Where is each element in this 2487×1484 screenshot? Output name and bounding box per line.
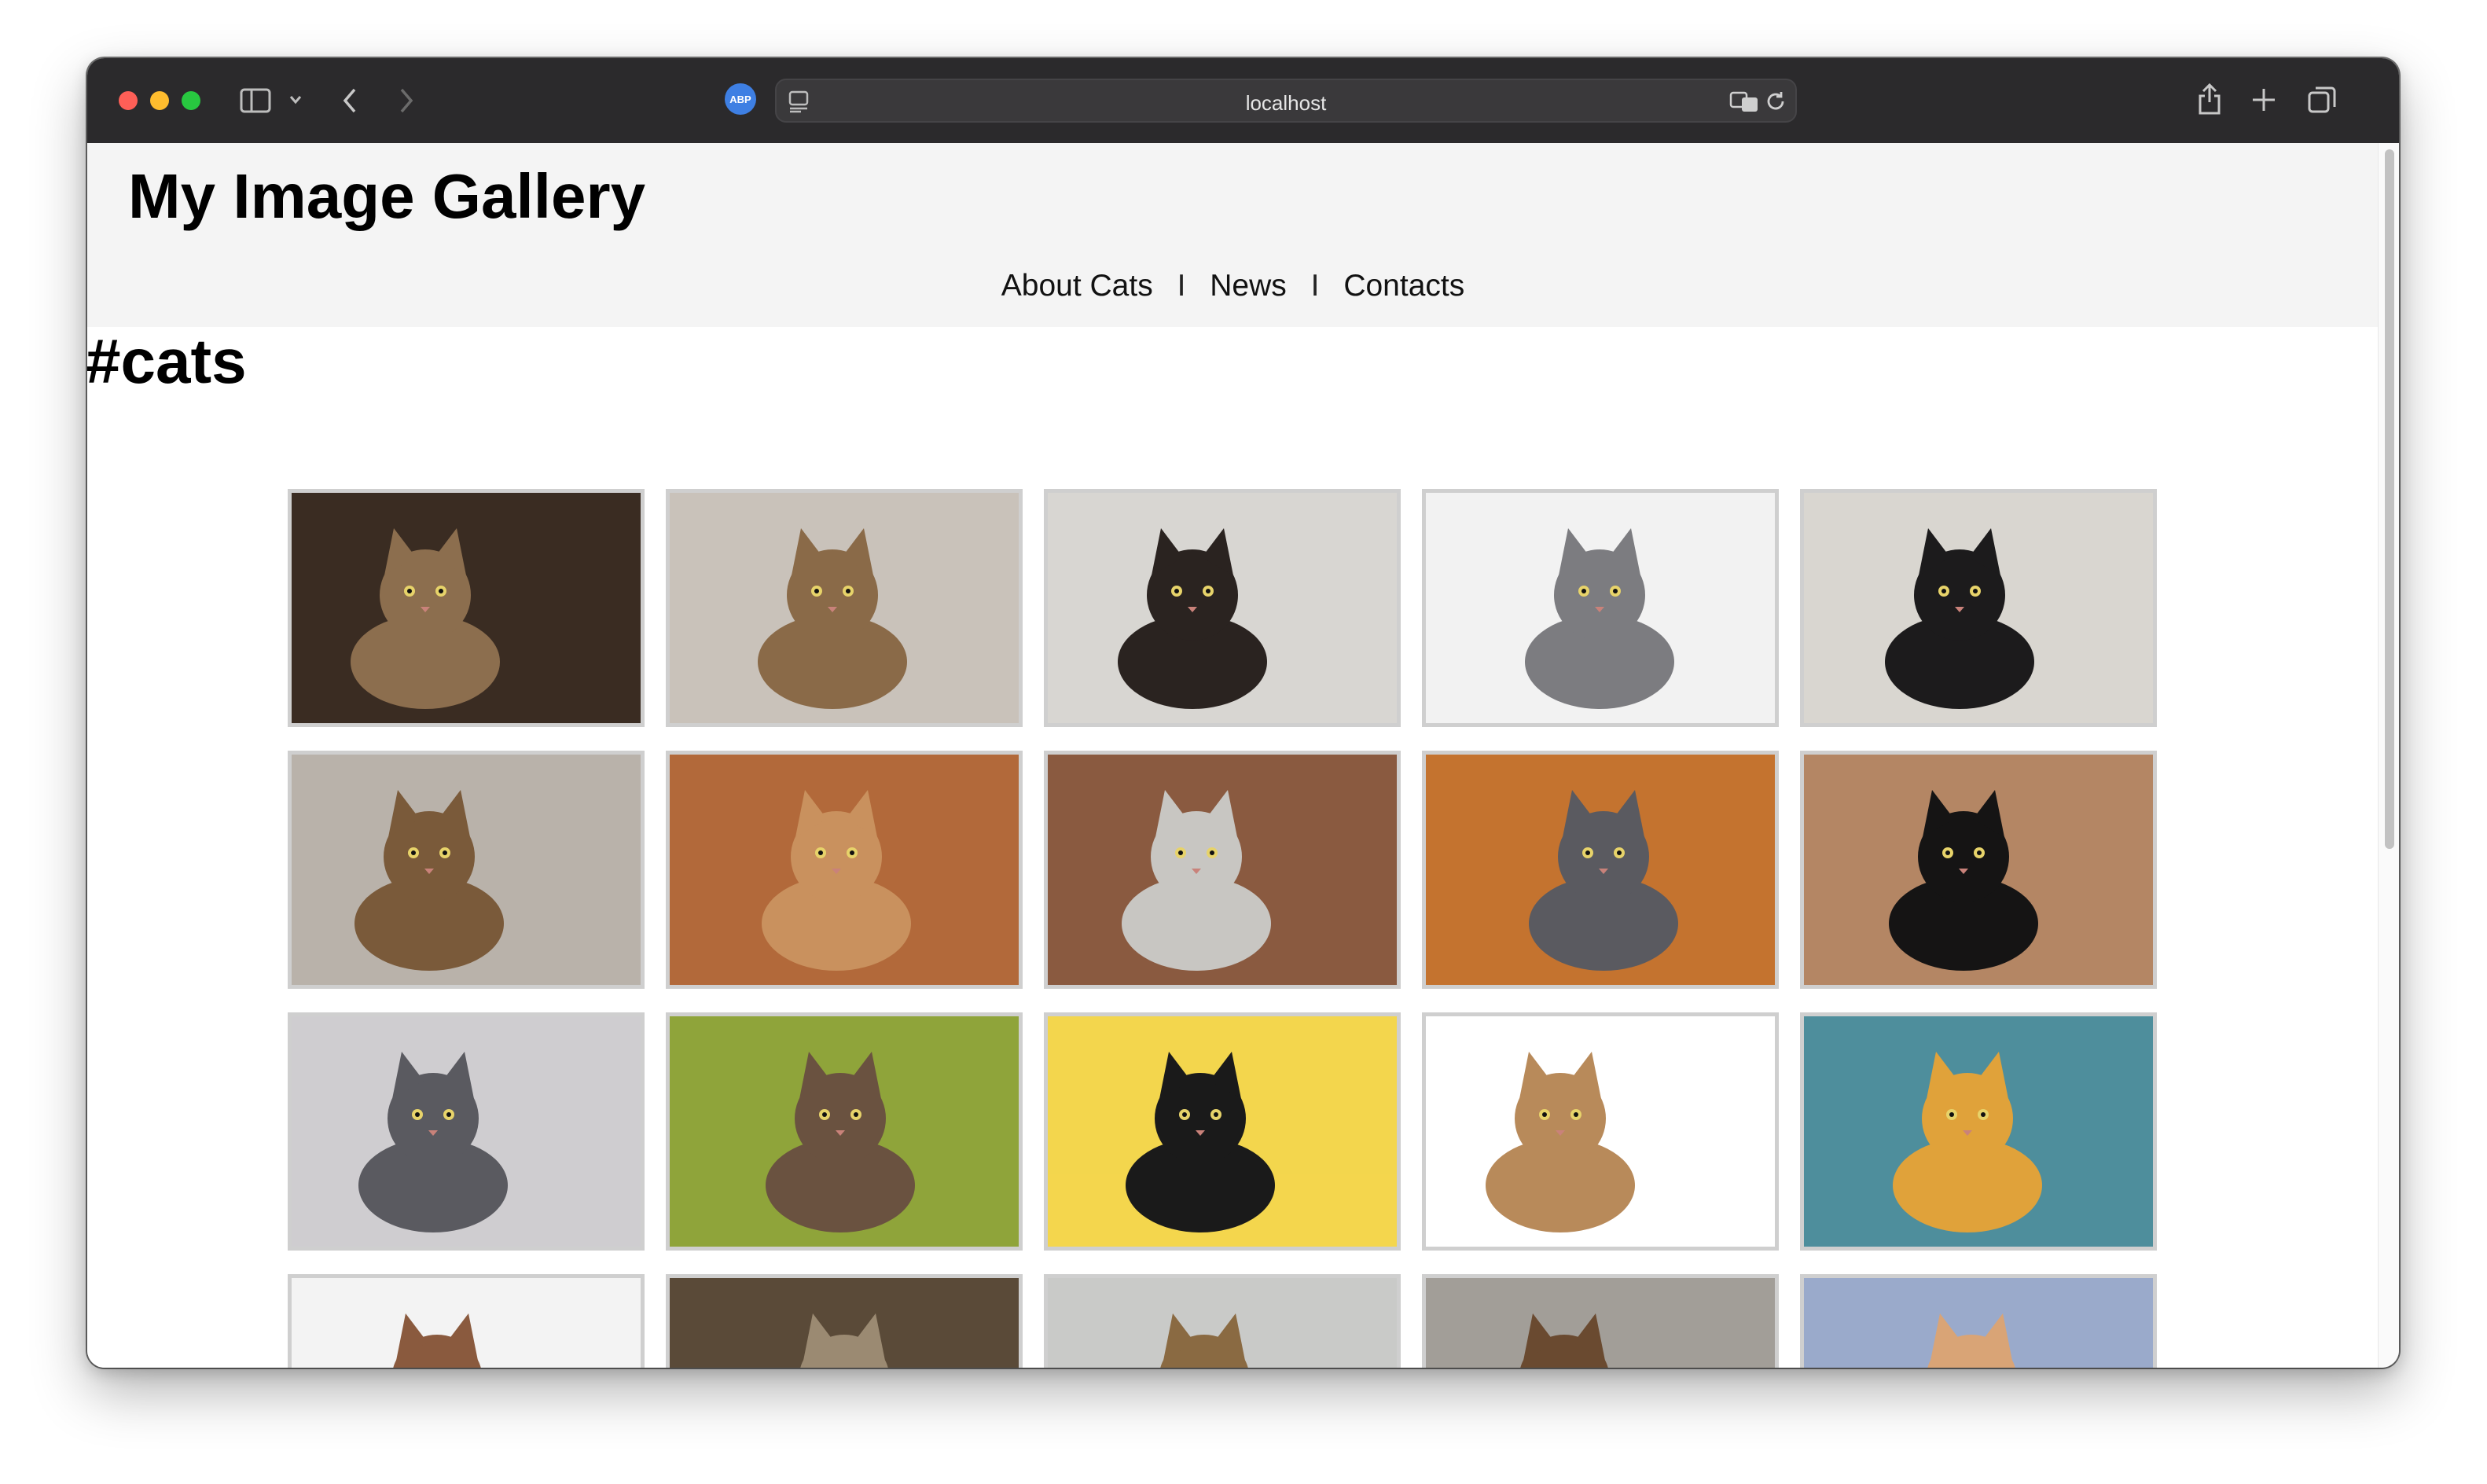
reload-icon[interactable]	[1764, 90, 1787, 113]
browser-toolbar: ABP localhost	[87, 58, 2399, 145]
gallery-image[interactable]	[666, 1274, 1023, 1368]
tab-overview-icon[interactable]	[2307, 85, 2337, 115]
cat-photo-placeholder	[1804, 1016, 2153, 1247]
gallery-image[interactable]	[1800, 751, 2157, 989]
cat-photo-placeholder	[670, 1278, 1019, 1368]
cat-photo-placeholder	[1426, 1016, 1775, 1247]
vertical-scrollbar[interactable]	[2378, 143, 2399, 1368]
gallery-image[interactable]	[1800, 1274, 2157, 1368]
cat-photo-placeholder	[1426, 755, 1775, 985]
back-arrow-icon[interactable]	[340, 86, 359, 115]
cat-photo-placeholder	[292, 755, 641, 985]
gallery-image[interactable]	[1044, 1012, 1401, 1251]
gallery-image[interactable]	[288, 1012, 645, 1251]
gallery-image[interactable]	[666, 751, 1023, 989]
cat-photo-placeholder	[292, 1278, 641, 1368]
gallery-image[interactable]	[666, 1012, 1023, 1251]
gallery-image[interactable]	[1422, 489, 1779, 727]
cat-photo-placeholder	[1804, 493, 2153, 723]
cat-photo-placeholder	[292, 493, 641, 723]
share-icon[interactable]	[2195, 82, 2224, 116]
new-tab-plus-icon[interactable]	[2250, 86, 2277, 113]
cat-photo-placeholder	[1048, 493, 1397, 723]
nav-link-about-cats[interactable]: About Cats	[1001, 269, 1153, 303]
gallery-image[interactable]	[1422, 1012, 1779, 1251]
cat-photo-placeholder	[670, 493, 1019, 723]
scrollbar-thumb[interactable]	[2385, 149, 2394, 849]
gallery-image[interactable]	[1044, 1274, 1401, 1368]
site-header: My Image Gallery About Cats I News I Con…	[87, 143, 2379, 327]
cat-photo-placeholder	[1048, 755, 1397, 985]
cat-photo-placeholder	[292, 1016, 641, 1247]
gallery-image[interactable]	[288, 751, 645, 989]
close-window-button[interactable]	[119, 91, 138, 110]
address-bar[interactable]: localhost	[775, 79, 1797, 123]
minimize-window-button[interactable]	[150, 91, 169, 110]
nav-link-contacts[interactable]: Contacts	[1343, 269, 1464, 303]
cat-photo-placeholder	[1804, 755, 2153, 985]
cat-photo-placeholder	[1804, 1278, 2153, 1368]
cat-photo-placeholder	[670, 755, 1019, 985]
nav-link-news[interactable]: News	[1210, 269, 1287, 303]
tag-heading: #cats	[87, 326, 247, 396]
main-nav: About Cats I News I Contacts	[87, 269, 2379, 303]
cat-photo-placeholder	[1048, 1278, 1397, 1368]
translate-icon[interactable]	[1729, 90, 1761, 113]
gallery-image[interactable]	[1044, 489, 1401, 727]
nav-separator: I	[1177, 269, 1186, 303]
page-title: My Image Gallery	[128, 161, 646, 231]
chevron-down-icon[interactable]	[288, 94, 303, 105]
nav-separator: I	[1310, 269, 1320, 303]
zoom-window-button[interactable]	[182, 91, 200, 110]
gallery-image[interactable]	[1044, 751, 1401, 989]
gallery-image[interactable]	[1800, 1012, 2157, 1251]
cat-photo-placeholder	[1426, 493, 1775, 723]
url-text: localhost	[1245, 91, 1327, 115]
browser-window: ABP localhost My Image Gallery About Cat…	[87, 58, 2399, 1368]
gallery-image[interactable]	[1422, 1274, 1779, 1368]
cat-photo-placeholder	[670, 1016, 1019, 1247]
cat-photo-placeholder	[1426, 1278, 1775, 1368]
cat-photo-placeholder	[1048, 1016, 1397, 1247]
gallery-image[interactable]	[1422, 751, 1779, 989]
gallery-image[interactable]	[288, 489, 645, 727]
gallery-image[interactable]	[666, 489, 1023, 727]
sidebar-icon[interactable]	[240, 88, 271, 113]
gallery-image[interactable]	[1800, 489, 2157, 727]
gallery-image[interactable]	[288, 1274, 645, 1368]
forward-arrow-icon[interactable]	[397, 86, 416, 115]
page-content: My Image Gallery About Cats I News I Con…	[87, 143, 2379, 1368]
adblock-extension-icon[interactable]: ABP	[725, 83, 756, 115]
